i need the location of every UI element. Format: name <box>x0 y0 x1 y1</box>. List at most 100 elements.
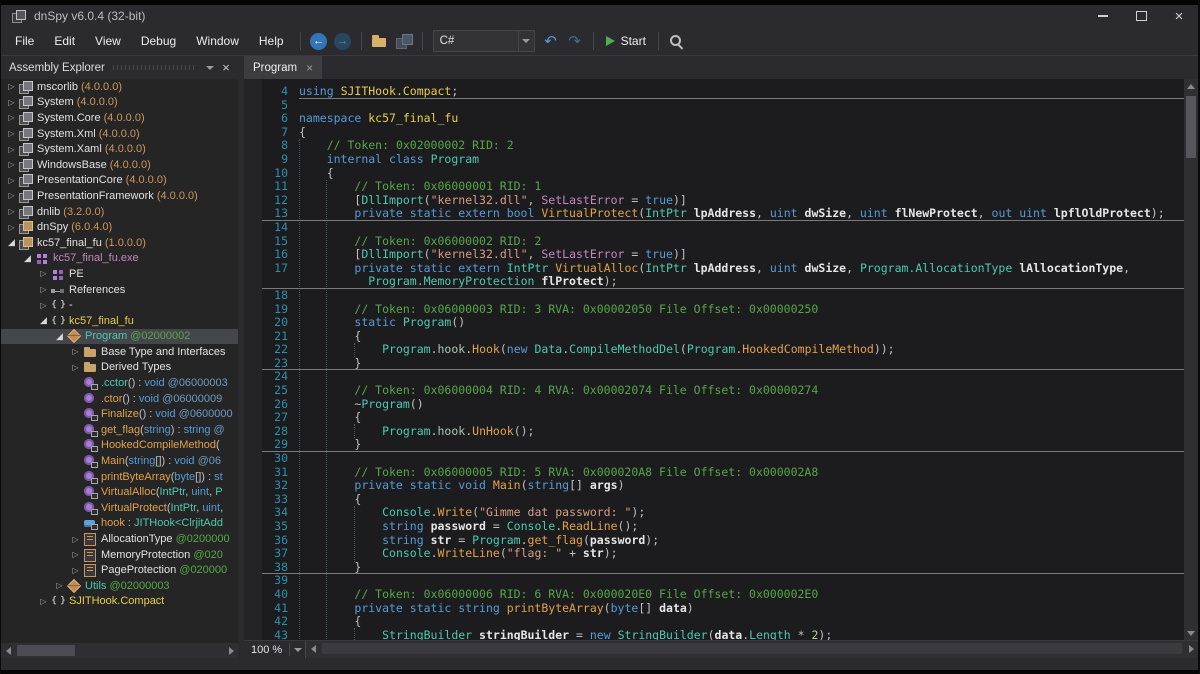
code-line[interactable]: 27 { <box>262 411 1184 425</box>
tree-row[interactable]: .ctor() : void @06000009 <box>1 391 238 407</box>
menu-item-window[interactable]: Window <box>186 27 249 55</box>
maximize-button[interactable] <box>1122 5 1160 27</box>
expand-icon[interactable]: ▷ <box>5 129 18 138</box>
menu-item-edit[interactable]: Edit <box>44 27 85 55</box>
menu-item-file[interactable]: File <box>5 27 44 55</box>
code-line[interactable]: 40 // Token: 0x06000006 RID: 6 RVA: 0x00… <box>262 588 1184 602</box>
navigate-back-button[interactable]: ← <box>307 29 331 53</box>
undo-button[interactable]: ↶ <box>539 29 563 53</box>
editor-horizontal-scrollbar[interactable] <box>306 641 1198 656</box>
code-line[interactable]: 23 } <box>262 357 1184 371</box>
save-all-button[interactable] <box>392 29 416 53</box>
tree-row[interactable]: ◢kc57_final_fu.exe <box>1 251 238 267</box>
navigate-forward-button[interactable]: → <box>331 29 355 53</box>
code-line[interactable]: 14 <box>262 221 1184 235</box>
tree-row[interactable]: hook : JITHook<ClrjitAdd <box>1 516 238 532</box>
code-line[interactable]: 30 <box>262 452 1184 466</box>
code-line[interactable]: 39 <box>262 574 1184 588</box>
close-button[interactable]: × <box>1160 5 1198 27</box>
code-line[interactable]: 5 <box>262 99 1184 113</box>
start-button[interactable]: Start <box>600 29 652 53</box>
tab-program[interactable]: Program × <box>244 56 322 79</box>
expand-icon[interactable]: ▷ <box>53 581 66 590</box>
collapse-icon[interactable]: ◢ <box>53 331 66 342</box>
code-line[interactable]: 13 private static extern bool VirtualPro… <box>262 207 1184 221</box>
tree-row[interactable]: get_flag(string) : string @ <box>1 422 238 438</box>
language-selector[interactable]: C# <box>433 30 535 52</box>
expand-icon[interactable]: ▷ <box>5 207 18 216</box>
expand-icon[interactable]: ▷ <box>69 535 82 544</box>
tree-row[interactable]: ▷PageProtection @020000 <box>1 562 238 578</box>
code-line[interactable]: 18 <box>262 289 1184 303</box>
tree-row[interactable]: ▷MemoryProtection @020 <box>1 547 238 563</box>
expand-icon[interactable]: ▷ <box>69 347 82 356</box>
code-line[interactable]: 43 StringBuilder stringBuilder = new Str… <box>262 629 1184 640</box>
tree-row[interactable]: ▷References <box>1 282 238 298</box>
scroll-right-button[interactable] <box>224 643 238 658</box>
expand-icon[interactable]: ▷ <box>5 98 18 107</box>
scroll-up-button[interactable] <box>1184 79 1198 93</box>
tree-row[interactable]: ▷Utils @02000003 <box>1 578 238 594</box>
panel-close-button[interactable]: × <box>218 60 234 76</box>
code-line[interactable]: 19 // Token: 0x06000003 RID: 3 RVA: 0x00… <box>262 303 1184 317</box>
zoom-dropdown-button[interactable] <box>289 643 305 656</box>
code-line[interactable]: 8 // Token: 0x02000002 RID: 2 <box>262 139 1184 153</box>
scroll-right-button[interactable] <box>1184 641 1198 656</box>
code-line[interactable]: 17 private static extern IntPtr VirtualA… <box>262 262 1184 276</box>
tree-row[interactable]: ▷System.Xaml (4.0.0.0) <box>1 141 238 157</box>
code-line[interactable]: 34 Console.Write("Gimme dat password: ")… <box>262 506 1184 520</box>
code-line[interactable]: 24 <box>262 370 1184 384</box>
tree-row[interactable]: ▷PE <box>1 266 238 282</box>
code-editor[interactable]: 4using SJITHook.Compact;56namespace kc57… <box>244 79 1184 640</box>
tree-row[interactable]: Main(string[]) : void @06 <box>1 453 238 469</box>
panel-drag-grip[interactable] <box>113 65 194 70</box>
tree-row[interactable]: ▷PresentationCore (4.0.0.0) <box>1 173 238 189</box>
redo-button[interactable]: ↷ <box>563 29 587 53</box>
tree-row[interactable]: VirtualAlloc(IntPtr, uint, P <box>1 484 238 500</box>
scrollbar-thumb[interactable] <box>322 643 1182 654</box>
expand-icon[interactable]: ▷ <box>5 176 18 185</box>
tree-row[interactable]: HookedCompileMethod( <box>1 438 238 454</box>
expand-icon[interactable]: ▷ <box>5 191 18 200</box>
tree-row[interactable]: ▷mscorlib (4.0.0.0) <box>1 79 238 95</box>
tree-row[interactable]: ▷WindowsBase (4.0.0.0) <box>1 157 238 173</box>
panel-menu-button[interactable] <box>202 60 218 76</box>
scrollbar-track[interactable] <box>15 643 224 658</box>
code-line[interactable]: 6namespace kc57_final_fu <box>262 112 1184 126</box>
menu-item-help[interactable]: Help <box>249 27 294 55</box>
menu-item-debug[interactable]: Debug <box>131 27 186 55</box>
expand-icon[interactable]: ▷ <box>37 301 50 310</box>
code-line[interactable]: 10 { <box>262 167 1184 181</box>
collapse-icon[interactable]: ◢ <box>37 315 50 326</box>
tree-row[interactable]: ▷- <box>1 297 238 313</box>
minimize-button[interactable] <box>1084 5 1122 27</box>
expand-icon[interactable]: ▷ <box>69 363 82 372</box>
search-button[interactable] <box>665 29 689 53</box>
zoom-control[interactable]: 100 % <box>244 641 306 658</box>
code-line[interactable]: 15 // Token: 0x06000002 RID: 2 <box>262 235 1184 249</box>
code-line[interactable]: 12 [DllImport("kernel32.dll", SetLastErr… <box>262 194 1184 208</box>
expand-icon[interactable]: ▷ <box>69 550 82 559</box>
expand-icon[interactable]: ▷ <box>5 223 18 232</box>
code-line[interactable]: 7{ <box>262 126 1184 140</box>
expand-icon[interactable]: ▷ <box>5 160 18 169</box>
code-line[interactable]: 42 { <box>262 615 1184 629</box>
tree-row[interactable]: ◢kc57_final_fu <box>1 313 238 329</box>
collapse-icon[interactable]: ◢ <box>21 253 34 264</box>
scroll-down-button[interactable] <box>1184 626 1198 640</box>
tree-row[interactable]: ▷System.Xml (4.0.0.0) <box>1 126 238 142</box>
code-line[interactable]: 22 Program.hook.Hook(new Data.CompileMet… <box>262 343 1184 357</box>
code-line[interactable]: Program.MemoryProtection flProtect); <box>262 275 1184 289</box>
tree-row[interactable]: ▷System.Core (4.0.0.0) <box>1 110 238 126</box>
scrollbar-thumb[interactable] <box>1186 96 1196 158</box>
code-line[interactable]: 35 string password = Console.ReadLine(); <box>262 520 1184 534</box>
tree-row[interactable]: ▷dnlib (3.2.0.0) <box>1 204 238 220</box>
code-line[interactable]: 25 // Token: 0x06000004 RID: 4 RVA: 0x00… <box>262 384 1184 398</box>
expand-icon[interactable]: ▷ <box>69 566 82 575</box>
open-file-button[interactable] <box>368 29 392 53</box>
scrollbar-track[interactable] <box>320 641 1184 656</box>
tree-row[interactable]: ▷PresentationFramework (4.0.0.0) <box>1 188 238 204</box>
tree-row[interactable]: Finalize() : void @0600000 <box>1 406 238 422</box>
code-line[interactable]: 41 private static string printByteArray(… <box>262 602 1184 616</box>
code-line[interactable]: 38 } <box>262 561 1184 575</box>
